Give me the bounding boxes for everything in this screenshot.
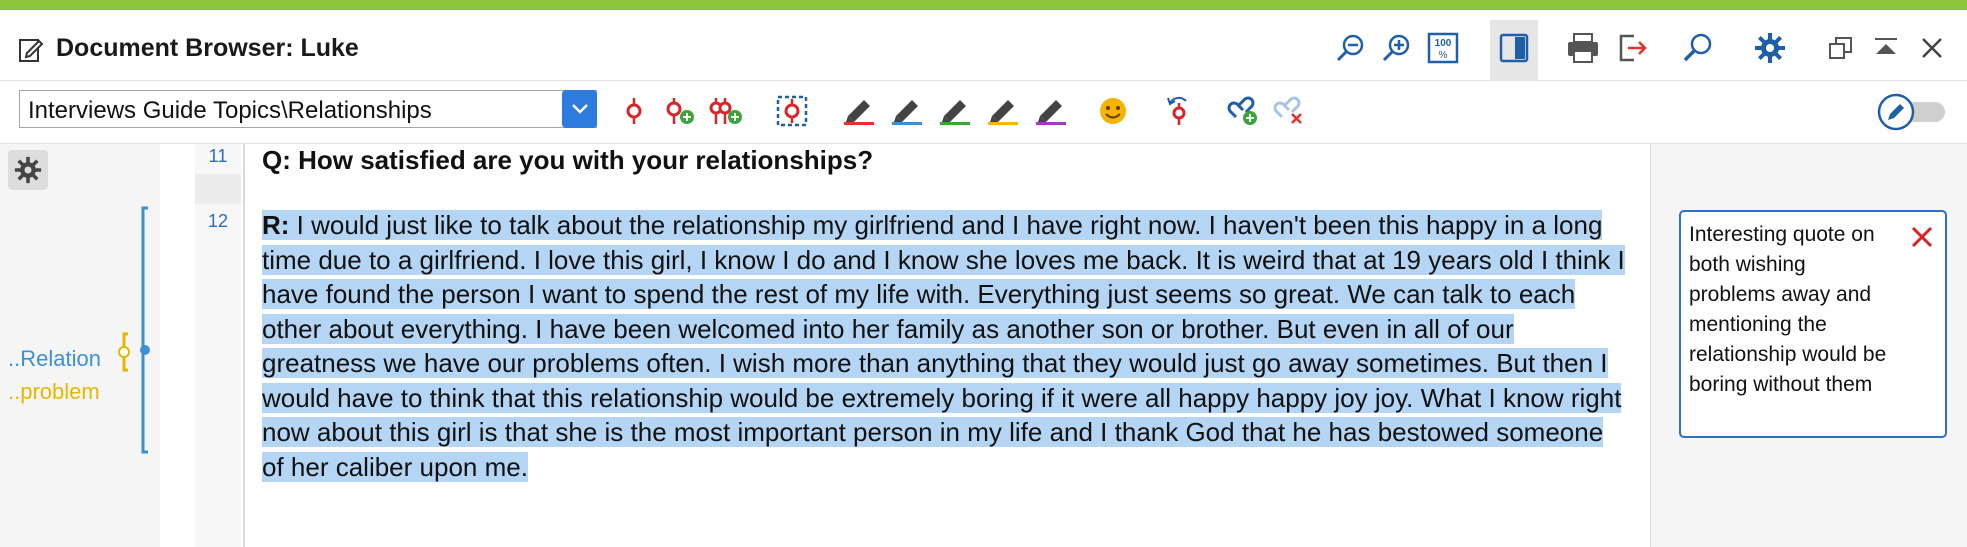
gear-icon[interactable] xyxy=(1752,30,1788,66)
highlight-yellow-icon[interactable] xyxy=(985,93,1021,129)
code-selection-icon[interactable] xyxy=(774,93,810,129)
zoom-100-icon[interactable]: 100% xyxy=(1425,30,1461,66)
paragraph-number-highlight xyxy=(195,174,241,204)
print-icon[interactable] xyxy=(1565,30,1601,66)
chevron-down-icon[interactable] xyxy=(562,90,597,128)
paragraph-question[interactable]: Q: How satisfied are you with your relat… xyxy=(262,145,873,176)
undo-code-icon[interactable] xyxy=(1160,93,1196,129)
code-label-relation[interactable]: ..Relation xyxy=(8,346,112,372)
code-brackets[interactable] xyxy=(110,206,160,456)
code-select-dropdown[interactable]: Interviews Guide Topics\Relationships xyxy=(19,90,597,128)
zoom-out-icon[interactable] xyxy=(1333,30,1369,66)
code-icon[interactable] xyxy=(616,93,652,129)
app-accent-bar xyxy=(0,0,1967,10)
speaker-label: R: xyxy=(262,210,290,240)
emoticon-icon[interactable] xyxy=(1095,93,1131,129)
code-multiple-icon[interactable] xyxy=(708,93,744,129)
paragraph-response[interactable]: R: I would just like to talk about the r… xyxy=(262,208,1632,484)
paragraph-number-column: 11 12 xyxy=(195,144,241,547)
code-select-value: Interviews Guide Topics\Relationships xyxy=(28,97,432,124)
title-bar: Document Browser: Luke 100% xyxy=(0,10,1967,90)
memo-card[interactable]: Interesting quote on both wishing proble… xyxy=(1679,210,1947,438)
close-icon[interactable] xyxy=(1909,224,1935,250)
zoom-in-icon[interactable] xyxy=(1379,30,1415,66)
export-icon[interactable] xyxy=(1614,30,1650,66)
edit-mode-toggle[interactable] xyxy=(1877,93,1947,131)
highlight-green-icon[interactable] xyxy=(937,93,973,129)
close-icon[interactable] xyxy=(1914,30,1950,66)
memo-text[interactable]: Interesting quote on both wishing proble… xyxy=(1689,220,1889,400)
code-margin-panel: ..Relation ..problem xyxy=(0,144,160,547)
link-add-icon[interactable] xyxy=(1225,93,1261,129)
coding-toolbar: Interviews Guide Topics\Relationships xyxy=(0,81,1967,144)
paragraph-number: 11 xyxy=(208,146,228,166)
window-title: Document Browser: Luke xyxy=(56,34,359,62)
link-remove-icon[interactable] xyxy=(1271,93,1307,129)
highlight-blue-icon[interactable] xyxy=(889,93,925,129)
minimize-icon[interactable] xyxy=(1868,30,1904,66)
svg-text:%: % xyxy=(1439,50,1448,61)
svg-text:100: 100 xyxy=(1435,38,1452,49)
highlight-red-icon[interactable] xyxy=(841,93,877,129)
response-text: I would just like to talk about the rela… xyxy=(262,210,1625,482)
edit-document-icon xyxy=(18,37,44,63)
restore-icon[interactable] xyxy=(1823,30,1859,66)
search-icon[interactable] xyxy=(1680,30,1716,66)
paragraph-number: 12 xyxy=(207,211,229,231)
highlight-purple-icon[interactable] xyxy=(1033,93,1069,129)
margin-settings-gear-icon[interactable] xyxy=(8,150,48,190)
code-new-icon[interactable] xyxy=(662,93,698,129)
memo-margin-panel: Interesting quote on both wishing proble… xyxy=(1650,144,1967,547)
panel-icon[interactable] xyxy=(1496,30,1532,66)
document-text-pane[interactable]: Q: How satisfied are you with your relat… xyxy=(245,144,1650,547)
code-label-problem[interactable]: ..problem xyxy=(8,379,112,405)
